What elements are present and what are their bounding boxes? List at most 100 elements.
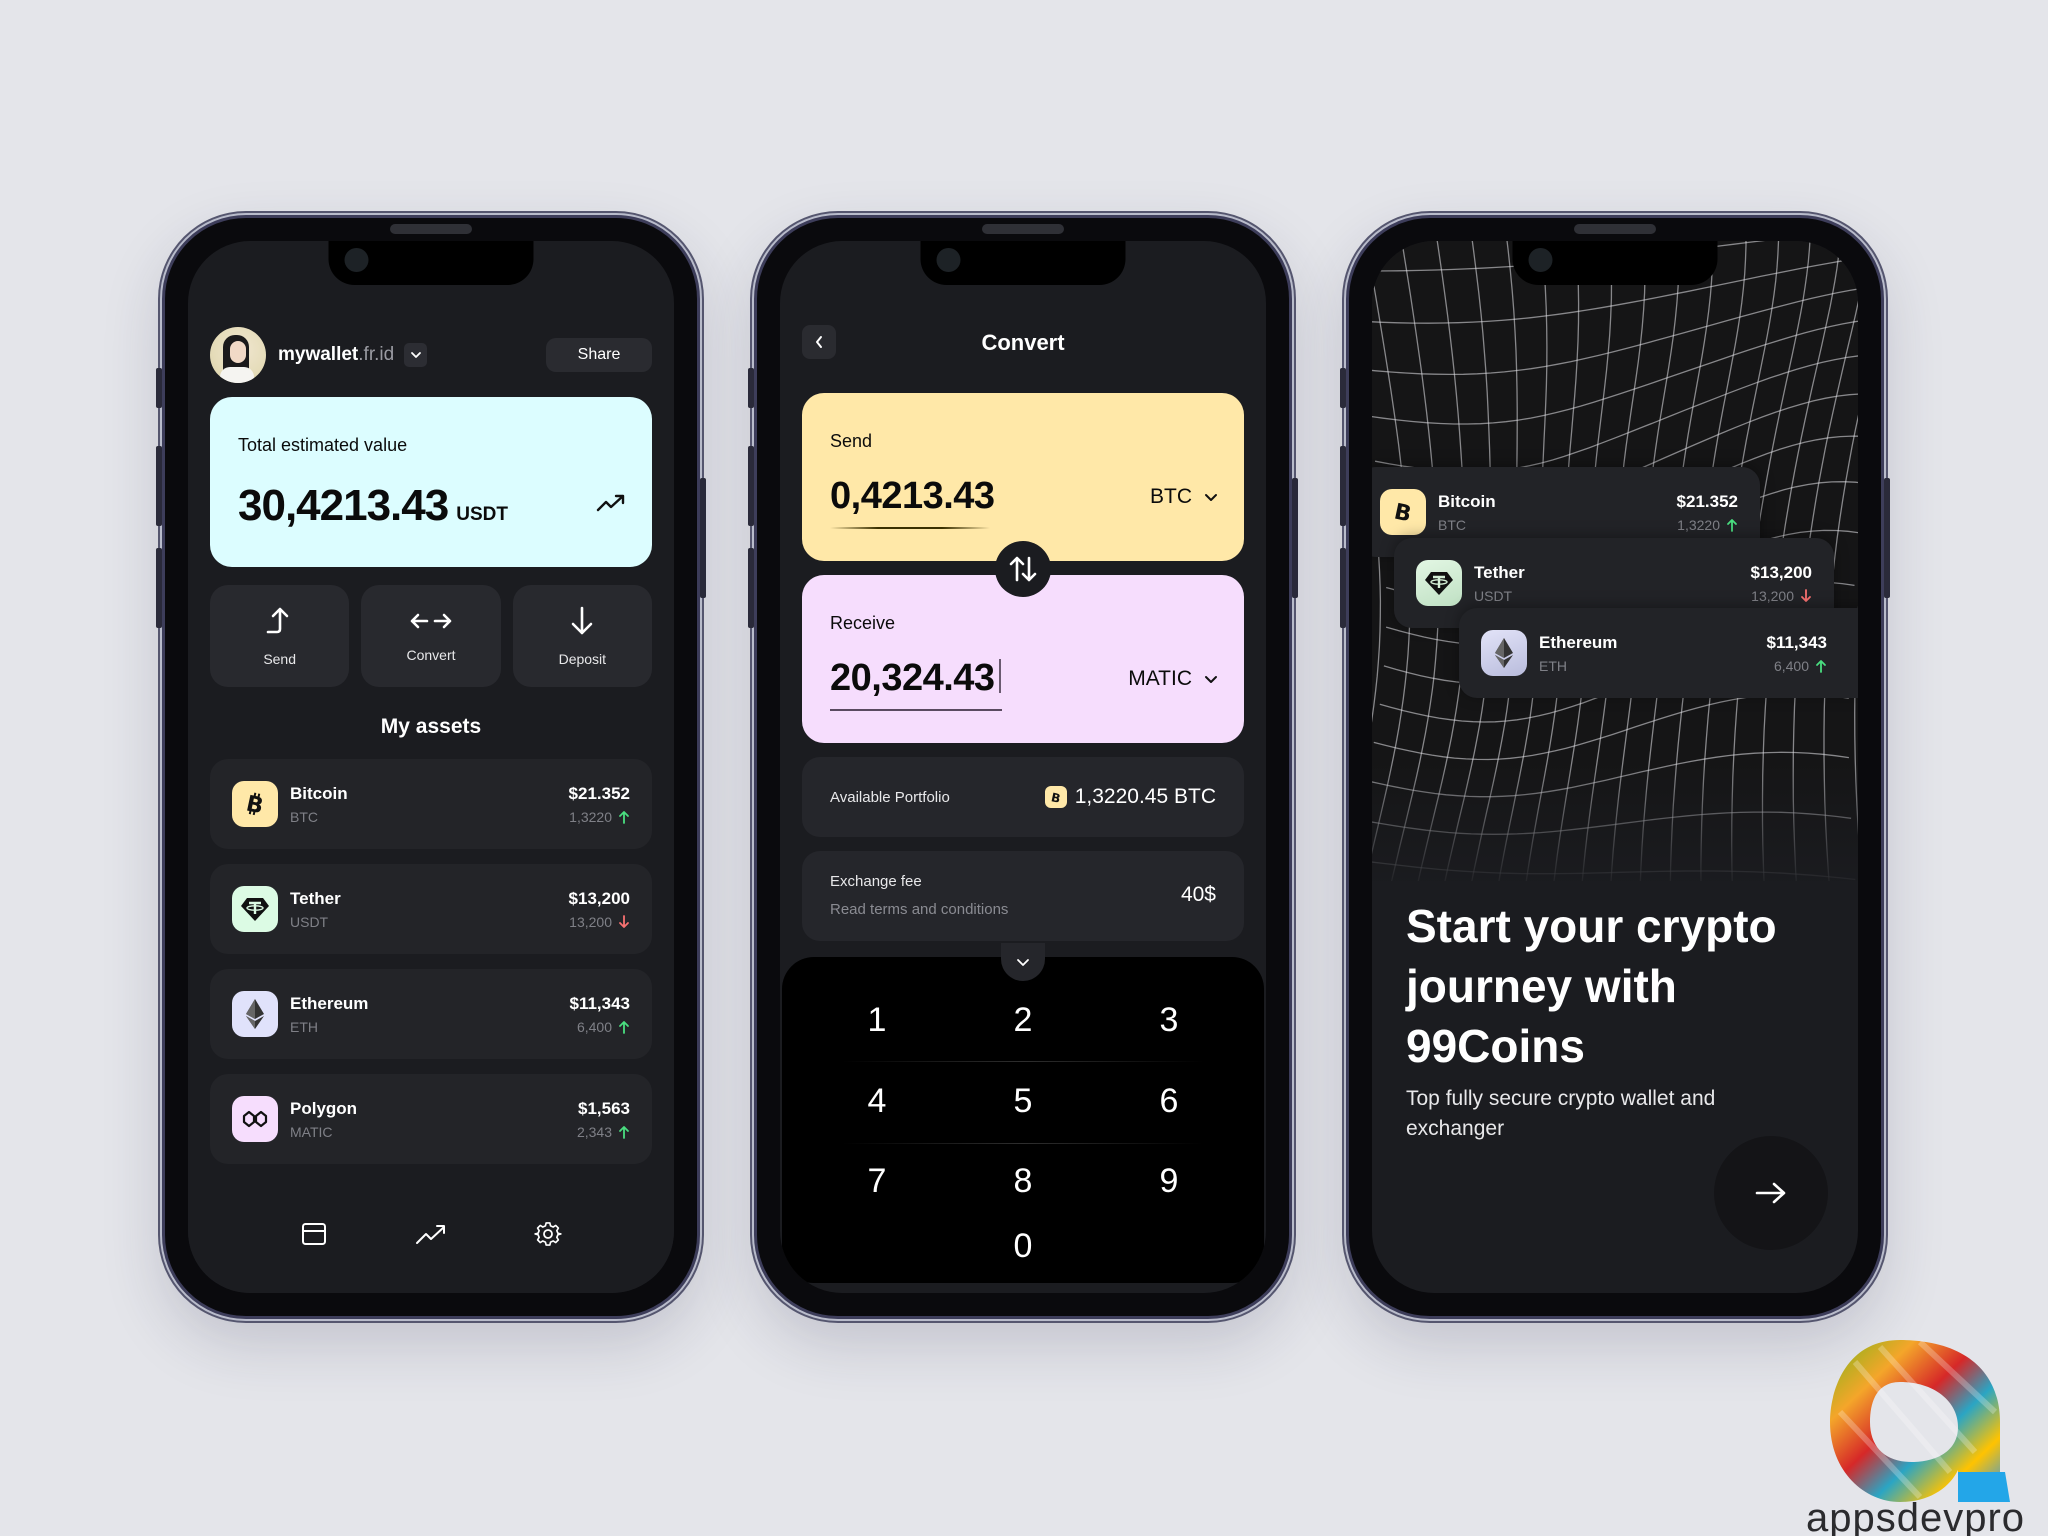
asset-row-polygon[interactable]: Polygon MATIC $1,563 2,343 xyxy=(210,1074,652,1164)
notch xyxy=(920,241,1126,285)
available-portfolio-row: Available Portfolio B 1,3220.45 BTC xyxy=(802,757,1244,837)
wallet-name: mywallet.fr.id xyxy=(278,344,394,366)
key-1[interactable]: 1 xyxy=(842,1001,912,1040)
onboarding-subtitle: Top fully secure crypto wallet and excha… xyxy=(1406,1087,1716,1140)
grid-line xyxy=(1373,692,1849,761)
key-8[interactable]: 8 xyxy=(988,1162,1058,1201)
tab-wallet[interactable] xyxy=(297,1217,331,1251)
grid-fade xyxy=(1372,761,1858,891)
send-currency-select[interactable]: BTC xyxy=(1150,485,1218,509)
asset-name: Ethereum xyxy=(290,993,369,1013)
send-amount-underline xyxy=(830,527,990,529)
trend-up-icon[interactable] xyxy=(596,493,626,513)
total-value-card: Total estimated value 30,4213.43 USDT xyxy=(210,397,652,567)
key-7[interactable]: 7 xyxy=(842,1162,912,1201)
card-ticker: ETH xyxy=(1539,657,1567,674)
brand-name: appsdevpro xyxy=(1806,1496,2026,1536)
key-3[interactable]: 3 xyxy=(1134,1001,1204,1040)
card-qty: 6,400 xyxy=(1773,657,1809,674)
receive-currency: MATIC xyxy=(1128,667,1192,690)
chevron-down-icon xyxy=(1205,675,1217,683)
avatar[interactable] xyxy=(210,327,266,383)
asset-ticker: MATIC xyxy=(290,1123,333,1140)
volume-down-button xyxy=(156,548,162,628)
send-amount-input[interactable]: 0,4213.43 xyxy=(830,475,995,518)
keypad-divider xyxy=(842,1061,1204,1062)
trend-up-icon xyxy=(415,1225,445,1244)
deposit-action-button[interactable]: Deposit xyxy=(512,585,652,687)
ethereum-icon xyxy=(1481,630,1527,676)
asset-ticker: USDT xyxy=(290,913,329,930)
convert-action-label: Convert xyxy=(406,647,456,663)
page-title: Convert xyxy=(981,330,1065,355)
fee-value: 40$ xyxy=(1180,883,1216,906)
send-label: Send xyxy=(830,431,873,451)
asset-row-ethereum[interactable]: Ethereum ETH $11,343 6,400 xyxy=(210,969,652,1059)
receive-currency-select[interactable]: MATIC xyxy=(1128,667,1218,691)
arrow-up-icon xyxy=(619,1020,629,1034)
key-6[interactable]: 6 xyxy=(1134,1082,1204,1121)
asset-usd: $21.352 xyxy=(568,783,630,803)
exchange-fee-row: Exchange fee Read terms and conditions 4… xyxy=(802,851,1244,941)
convert-action-button[interactable]: Convert xyxy=(361,585,501,687)
key-9[interactable]: 9 xyxy=(1134,1162,1204,1201)
total-value-label: Total estimated value xyxy=(238,435,408,455)
deposit-action-label: Deposit xyxy=(558,651,607,667)
receive-amount: 20,324.43 xyxy=(830,657,995,699)
card-usd: $13,200 xyxy=(1750,562,1812,582)
card-name: Ethereum xyxy=(1539,632,1618,652)
wallet-dropdown-button[interactable] xyxy=(404,343,428,367)
chevron-down-icon xyxy=(1017,958,1029,966)
key-0[interactable]: 0 xyxy=(988,1227,1058,1266)
terms-link[interactable]: Read terms and conditions xyxy=(830,901,1008,918)
asset-row-tether[interactable]: Tether USDT $13,200 13,200 xyxy=(210,864,652,954)
asset-row-bitcoin[interactable]: B Bitcoin BTC $21.352 1,3220 xyxy=(210,759,652,849)
tab-market[interactable] xyxy=(414,1217,448,1251)
receive-card: Receive 20,324.43 MATIC xyxy=(802,575,1244,743)
wallet-username: mywallet xyxy=(278,344,359,365)
svg-text:B: B xyxy=(1050,790,1062,804)
onboarding-phone: B Bitcoin BTC $21.352 1,3220 Tether USDT $… xyxy=(1340,215,1890,1319)
tab-settings[interactable] xyxy=(531,1217,565,1251)
card-name: Tether xyxy=(1474,562,1525,582)
keypad-row: 4 5 6 xyxy=(782,1082,1264,1121)
arrow-up-icon xyxy=(619,1125,629,1139)
bitcoin-icon: B xyxy=(1380,489,1426,535)
asset-usd: $11,343 xyxy=(569,993,630,1013)
send-currency: BTC xyxy=(1150,485,1192,508)
send-action-label: Send xyxy=(263,651,297,667)
svg-text:B: B xyxy=(1392,499,1414,526)
asset-list: B Bitcoin BTC $21.352 1,3220 Tether USDT $… xyxy=(210,759,652,1224)
notch xyxy=(1512,241,1718,285)
next-button[interactable] xyxy=(1714,1136,1828,1250)
volume-up-button xyxy=(1340,446,1346,526)
key-2[interactable]: 2 xyxy=(988,1001,1058,1040)
card-usd: $11,343 xyxy=(1766,632,1827,652)
assets-title: My assets xyxy=(380,715,482,738)
notch xyxy=(328,241,534,285)
asset-qty: 13,200 xyxy=(569,913,612,930)
send-action-button[interactable]: Send xyxy=(210,585,350,687)
convert-icon xyxy=(410,613,452,629)
wallet-domain: .fr.id xyxy=(358,344,395,365)
asset-ticker: ETH xyxy=(290,1018,318,1035)
swap-button[interactable] xyxy=(995,541,1051,597)
receive-amount-input[interactable]: 20,324.43 xyxy=(830,657,1001,700)
bitcoin-icon: B xyxy=(1044,786,1067,808)
share-button[interactable]: Share xyxy=(546,338,652,372)
total-value-amount: 30,4213.43 xyxy=(238,481,449,530)
wallet-icon xyxy=(302,1223,327,1245)
key-4[interactable]: 4 xyxy=(842,1082,912,1121)
asset-usd: $1,563 xyxy=(578,1098,630,1118)
tether-icon xyxy=(232,886,278,932)
asset-qty: 2,343 xyxy=(576,1123,612,1140)
collapse-keypad-button[interactable] xyxy=(1001,943,1045,981)
preview-card-ethereum: Ethereum ETH $11,343 6,400 xyxy=(1459,608,1858,698)
portfolio-value: 1,3220.45 BTC xyxy=(1074,785,1216,808)
key-5[interactable]: 5 xyxy=(988,1082,1058,1121)
power-button xyxy=(1884,478,1890,598)
asset-name: Polygon xyxy=(290,1098,358,1118)
arrow-down-icon xyxy=(1801,588,1811,602)
arrow-up-icon xyxy=(619,810,629,824)
convert-header: Convert xyxy=(802,325,1244,359)
